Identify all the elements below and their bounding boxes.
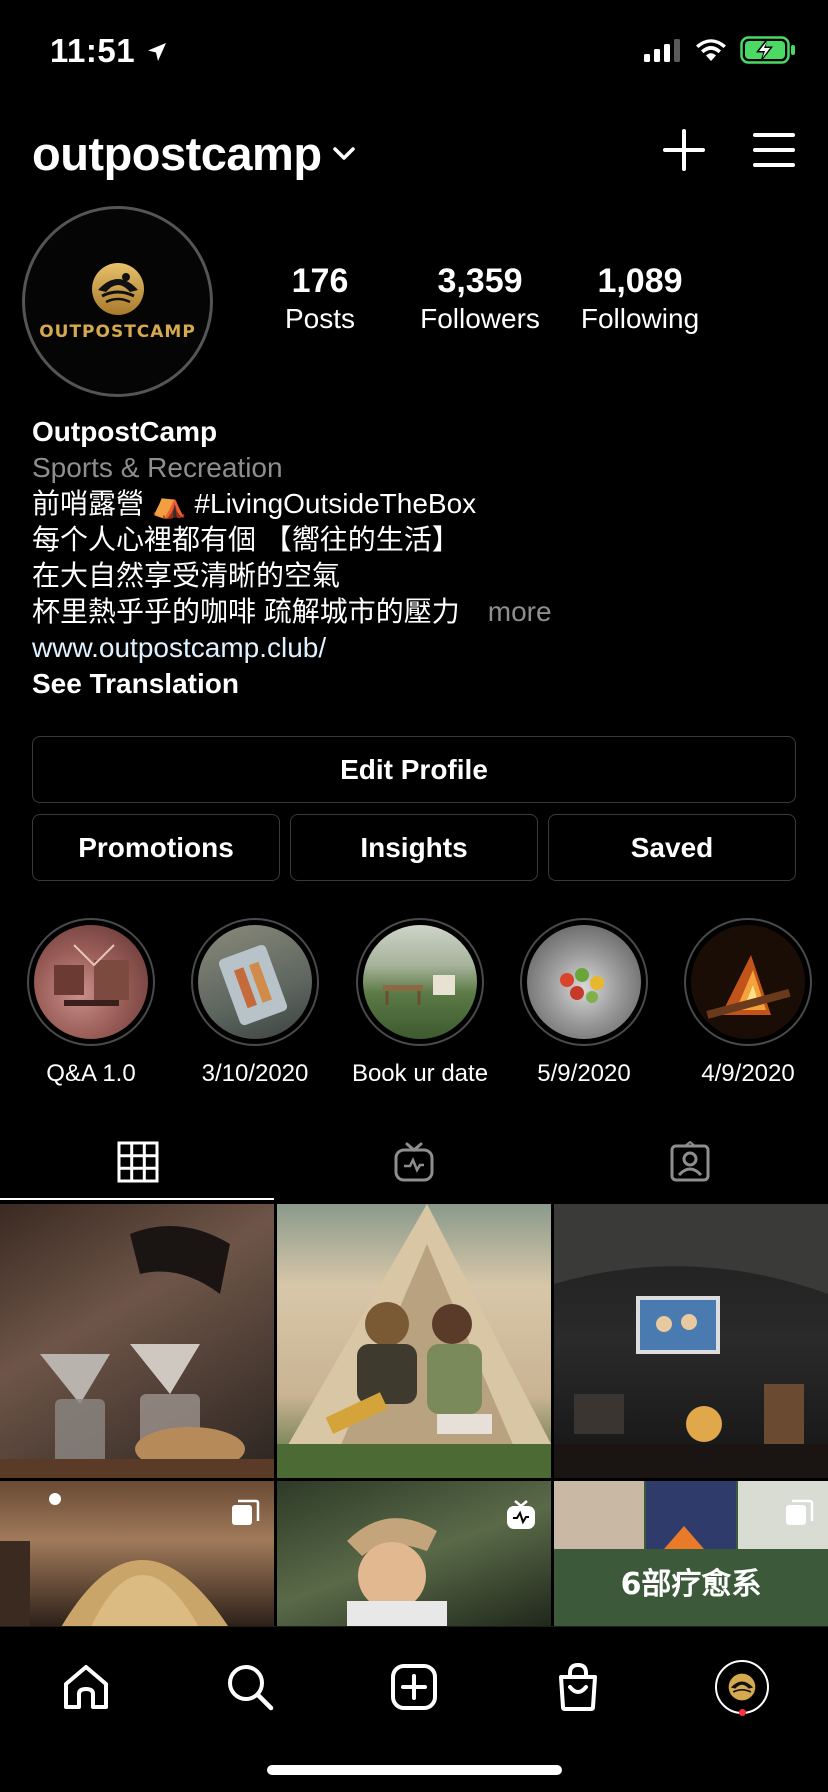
stat-label: Followers xyxy=(420,303,540,334)
profile-header: outpostcamp xyxy=(0,118,828,188)
display-name: OutpostCamp xyxy=(32,416,218,447)
stat-value: 1,089 xyxy=(597,262,683,300)
nav-search[interactable] xyxy=(210,1651,290,1723)
highlight-label: Book ur date xyxy=(351,1060,489,1087)
igtv-icon xyxy=(505,1499,537,1536)
carousel-icon xyxy=(784,1499,814,1534)
post-overlay-text: 6部疗愈系 xyxy=(620,1567,762,1602)
profile-avatar[interactable]: OUTPOSTCAMP xyxy=(22,206,213,397)
bio-line: 在大自然享受清晰的空氣 xyxy=(32,560,341,591)
profile-avatar-small xyxy=(715,1660,769,1714)
saved-button[interactable]: Saved xyxy=(548,814,796,881)
active-tab-indicator xyxy=(0,1198,274,1200)
igtv-icon xyxy=(394,1142,434,1182)
post-thumbnail[interactable] xyxy=(0,1204,274,1478)
notification-dot xyxy=(739,1709,746,1716)
menu-icon[interactable] xyxy=(752,131,796,169)
carousel-icon xyxy=(230,1499,260,1534)
wifi-icon xyxy=(696,39,726,61)
highlight-ring xyxy=(191,918,319,1046)
bio-more-link[interactable]: more xyxy=(488,596,552,627)
highlight-item[interactable]: Book ur date xyxy=(338,918,502,1088)
home-indicator[interactable] xyxy=(267,1765,562,1775)
highlight-item[interactable]: 5/9/2020 xyxy=(502,918,666,1088)
new-post-icon xyxy=(391,1664,437,1710)
highlight-ring xyxy=(356,918,484,1046)
highlight-ring xyxy=(27,918,155,1046)
highlight-ring xyxy=(684,918,812,1046)
stat-value: 3,359 xyxy=(437,262,523,300)
stat-value: 176 xyxy=(291,262,349,300)
add-icon[interactable] xyxy=(662,128,706,172)
bio-line-last: 杯里熱乎乎的咖啡 疏解城市的壓力 more xyxy=(32,594,792,630)
highlight-label: 4/9/2020 xyxy=(701,1060,795,1087)
profile-stats: 176 Posts 3,359 Followers 1,089 Followin… xyxy=(240,262,720,335)
stat-followers[interactable]: 3,359 Followers xyxy=(400,262,560,335)
insights-button[interactable]: Insights xyxy=(290,814,538,881)
category-label: Sports & Recreation xyxy=(32,452,283,483)
nav-home[interactable] xyxy=(46,1651,126,1723)
tab-grid[interactable] xyxy=(0,1124,276,1200)
post-thumbnail[interactable]: 6部疗愈系 xyxy=(554,1481,828,1626)
stat-following[interactable]: 1,089 Following xyxy=(560,262,720,335)
highlight-cover xyxy=(691,925,805,1039)
promotions-button[interactable]: Promotions xyxy=(32,814,280,881)
highlight-item[interactable]: Q&A 1.0 xyxy=(9,918,173,1088)
highlight-item[interactable]: 3/10/2020 xyxy=(173,918,337,1088)
see-translation-link[interactable]: See Translation xyxy=(32,666,792,702)
highlight-cover xyxy=(198,925,312,1039)
bio-line: 前哨露營 ⛺ #LivingOutsideTheBox xyxy=(32,488,477,519)
chevron-down-icon xyxy=(332,146,355,160)
post-thumbnail[interactable] xyxy=(0,1481,274,1626)
battery-charging-icon xyxy=(740,36,795,64)
profile-bio: OutpostCamp Sports & Recreation 前哨露營 ⛺ #… xyxy=(32,414,792,702)
bio-line: 每个人心裡都有個 【嚮往的生活】 xyxy=(32,524,460,555)
logo-wordmark: OUTPOSTCAMP xyxy=(39,321,196,342)
post-thumbnail[interactable] xyxy=(277,1204,551,1478)
nav-shop[interactable] xyxy=(538,1651,618,1723)
location-arrow-icon xyxy=(147,43,166,61)
tagged-icon xyxy=(670,1141,710,1182)
post-thumbnail[interactable] xyxy=(277,1481,551,1626)
stat-posts[interactable]: 176 Posts xyxy=(240,262,400,335)
website-link[interactable]: www.outpostcamp.club/ xyxy=(32,630,792,666)
tab-tagged[interactable] xyxy=(552,1124,828,1200)
username: outpostcamp xyxy=(32,127,322,180)
profile-tabs xyxy=(0,1124,828,1204)
bio-line: 杯里熱乎乎的咖啡 疏解城市的壓力 xyxy=(32,596,460,627)
highlight-ring xyxy=(520,918,648,1046)
highlight-item[interactable]: 4/9/2020 xyxy=(666,918,828,1088)
posts-grid: 6部疗愈系 xyxy=(0,1204,828,1626)
highlight-cover xyxy=(527,925,641,1039)
highlight-cover xyxy=(363,925,477,1039)
status-indicators xyxy=(644,36,796,64)
home-icon xyxy=(64,1665,108,1709)
highlight-label: Q&A 1.0 xyxy=(46,1060,136,1087)
highlight-label: 5/9/2020 xyxy=(537,1060,631,1087)
edit-profile-button[interactable]: Edit Profile xyxy=(32,736,796,803)
highlight-label: 3/10/2020 xyxy=(201,1060,309,1087)
status-bar: 11:51 xyxy=(0,0,828,100)
shop-icon xyxy=(559,1662,597,1711)
account-switcher[interactable]: outpostcamp xyxy=(32,126,356,181)
cellular-signal-icon xyxy=(644,39,680,62)
story-highlights: Q&A 1.0 3/10/2020 Book ur date 5/9/2020 xyxy=(0,918,828,1088)
stat-label: Following xyxy=(580,303,700,334)
grid-icon xyxy=(117,1141,159,1183)
stat-label: Posts xyxy=(284,303,356,334)
bottom-navigation xyxy=(0,1626,828,1792)
highlight-cover xyxy=(34,925,148,1039)
tab-igtv[interactable] xyxy=(276,1124,552,1200)
outpostcamp-logo: OUTPOSTCAMP xyxy=(39,262,196,342)
status-time: 11:51 xyxy=(50,32,169,70)
search-icon xyxy=(228,1665,274,1711)
outpostcamp-logo xyxy=(728,1673,756,1701)
nav-new-post[interactable] xyxy=(374,1651,454,1723)
post-thumbnail[interactable] xyxy=(554,1204,828,1478)
